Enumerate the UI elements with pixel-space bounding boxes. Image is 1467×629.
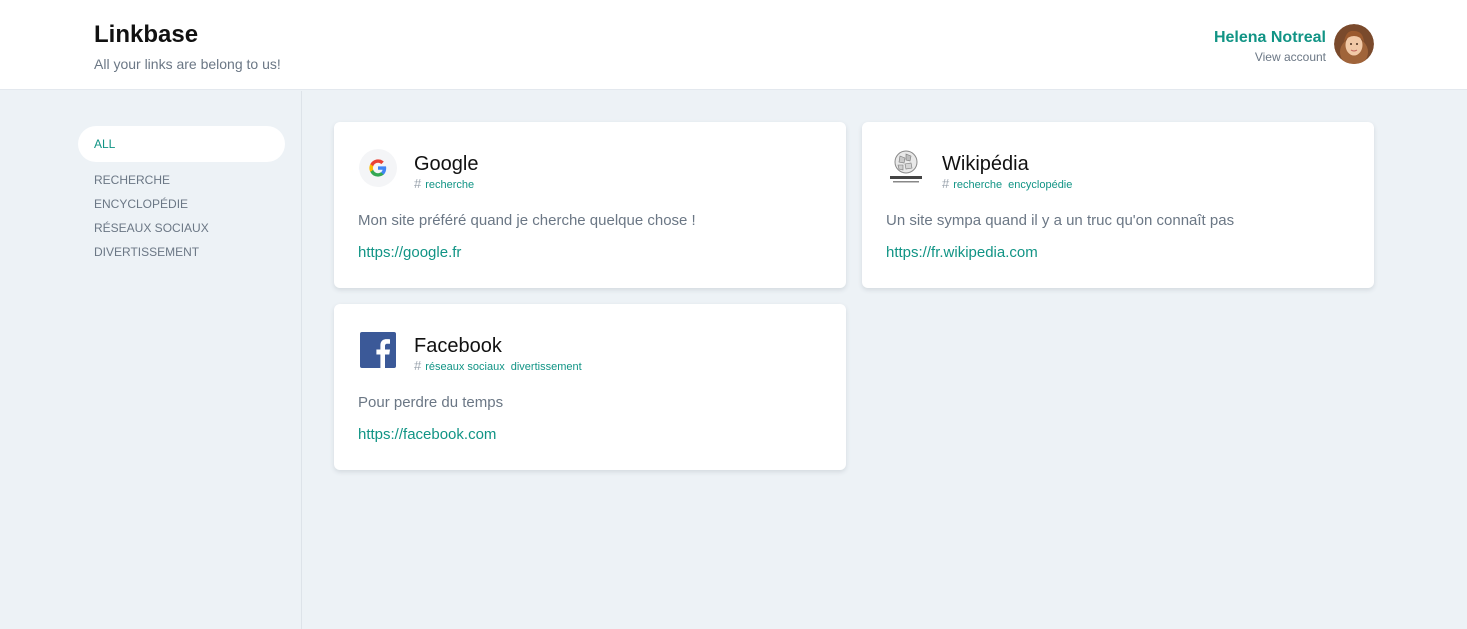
link-url[interactable]: https://facebook.com — [358, 426, 496, 443]
link-url[interactable]: https://fr.wikipedia.com — [886, 244, 1038, 261]
user-name: Helena Notreal — [1213, 29, 1326, 46]
app-subtitle: All your links are belong to us! — [94, 56, 281, 72]
app-header: Linkbase All your links are belong to us… — [0, 0, 1467, 90]
link-title[interactable]: Google — [414, 152, 479, 176]
account-menu[interactable]: Helena Notreal View account — [1214, 24, 1374, 64]
tag[interactable]: encyclopédie — [1008, 179, 1072, 191]
link-card: Google # recherche Mon site préféré quand… — [334, 122, 846, 288]
wikipedia-icon — [890, 150, 922, 183]
tag[interactable]: recherche — [425, 179, 474, 191]
brand: Linkbase All your links are belong to us… — [94, 21, 281, 72]
link-description: Mon site préféré quand je cherche quelqu… — [358, 212, 696, 229]
sidebar-item-reseaux-sociaux[interactable]: RÉSEAUX SOCIAUX — [94, 221, 209, 245]
link-description: Pour perdre du temps — [358, 394, 504, 411]
google-icon — [359, 149, 397, 187]
view-account-link[interactable]: View account — [1214, 50, 1326, 64]
sidebar-item-divertissement[interactable]: DIVERTISSEMENT — [94, 245, 209, 269]
account-text: Helena Notreal View account — [1214, 24, 1326, 64]
category-list: RECHERCHE ENCYCLOPÉDIE RÉSEAUX SOCIAUX D… — [94, 173, 209, 269]
hash-icon: # — [942, 176, 950, 191]
hash-icon: # — [414, 358, 422, 373]
avatar[interactable] — [1334, 24, 1374, 64]
sidebar-item-all[interactable]: ALL — [78, 126, 285, 162]
link-tags: # réseaux sociaux divertissement — [414, 358, 588, 373]
sidebar-item-recherche[interactable]: RECHERCHE — [94, 173, 209, 197]
link-card: Facebook # réseaux sociaux divertissement … — [334, 304, 846, 470]
link-url[interactable]: https://google.fr — [358, 244, 461, 261]
link-description: Un site sympa quand il y a un truc qu'on… — [886, 212, 1235, 229]
link-tags: # recherche encyclopédie — [942, 176, 1078, 191]
link-card: Wikipédia # recherche encyclopédie Un site… — [862, 122, 1374, 288]
facebook-icon — [360, 332, 396, 368]
tag[interactable]: réseaux sociaux — [425, 361, 505, 373]
tag[interactable]: recherche — [953, 179, 1002, 191]
hash-icon: # — [414, 176, 422, 191]
link-title[interactable]: Wikipédia — [942, 152, 1029, 176]
link-title[interactable]: Facebook — [414, 334, 502, 358]
sidebar: ALL RECHERCHE ENCYCLOPÉDIE RÉSEAUX SOCIA… — [0, 91, 302, 629]
app-title: Linkbase — [94, 21, 199, 48]
link-tags: # recherche — [414, 176, 480, 191]
sidebar-item-encyclopedie[interactable]: ENCYCLOPÉDIE — [94, 197, 209, 221]
tag[interactable]: divertissement — [511, 361, 582, 373]
